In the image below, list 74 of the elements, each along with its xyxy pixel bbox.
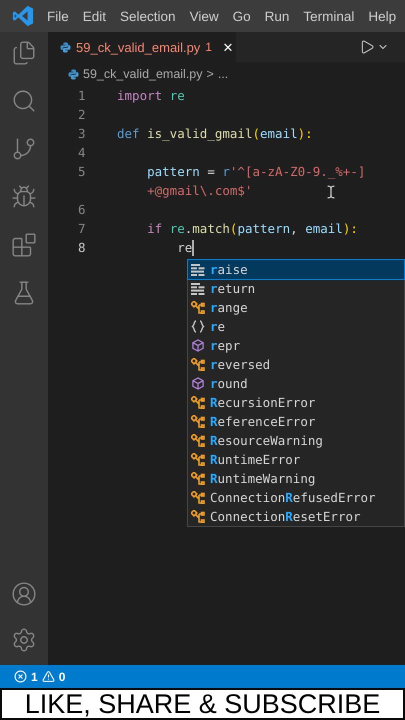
python-file-icon xyxy=(68,68,79,80)
menu-item[interactable]: Selection xyxy=(113,8,183,24)
class-icon xyxy=(191,301,205,314)
suggestion-item[interactable]: return xyxy=(188,279,404,298)
problem-count: 1 xyxy=(205,40,212,54)
settings-icon[interactable] xyxy=(11,627,37,653)
menu-item[interactable]: Run xyxy=(258,8,296,24)
menu-item[interactable]: Edit xyxy=(76,8,114,24)
menu-item[interactable]: Go xyxy=(226,8,258,24)
warning-icon[interactable] xyxy=(42,670,55,683)
suggestion-item[interactable]: re xyxy=(188,317,404,336)
suggestion-item[interactable]: RuntimeError xyxy=(188,450,404,469)
line-number: 7 xyxy=(77,221,87,236)
caption-banner: LIKE, SHARE & SUBSCRIBE xyxy=(0,688,405,720)
class-icon xyxy=(191,358,205,371)
error-icon[interactable] xyxy=(14,670,27,683)
close-button[interactable]: × xyxy=(220,38,235,56)
suggestion-item[interactable]: range xyxy=(188,298,404,317)
breadcrumb-item[interactable]: 59_ck_valid_email.py xyxy=(83,67,203,81)
suggestion-item[interactable]: ConnectionRefusedError xyxy=(188,488,404,507)
account-icon[interactable] xyxy=(11,581,37,607)
line-number: 1 xyxy=(77,88,87,103)
breadcrumb-item[interactable]: ... xyxy=(218,67,228,81)
code-line: if re.match(pattern, email): xyxy=(146,221,358,236)
line-number: 4 xyxy=(77,145,87,160)
keyword-icon xyxy=(191,282,205,294)
menu-item[interactable]: View xyxy=(182,8,226,24)
menu-item[interactable]: File xyxy=(40,8,76,24)
code-line: +@gmail\.com$' xyxy=(146,183,252,198)
suggestion-item[interactable]: RecursionError xyxy=(188,393,404,412)
line-number: 8 xyxy=(77,240,87,255)
run-icon[interactable] xyxy=(359,39,375,55)
warning-count[interactable]: 0 xyxy=(58,670,66,684)
suggestion-item[interactable]: round xyxy=(188,374,404,393)
class-icon xyxy=(191,415,205,428)
code-line: def is_valid_gmail(email): xyxy=(117,126,313,141)
line-number: 5 xyxy=(77,164,87,179)
vscode-logo[interactable] xyxy=(12,5,34,27)
line-number: 3 xyxy=(77,126,87,141)
class-icon xyxy=(191,434,205,447)
error-count[interactable]: 1 xyxy=(31,670,38,684)
code-line: import re xyxy=(117,88,185,103)
editor-tab[interactable]: 59_ck_valid_email.py 1 × xyxy=(48,32,236,62)
line-number: 6 xyxy=(77,202,87,217)
extensions-icon[interactable] xyxy=(11,232,37,258)
menu-item[interactable]: Help xyxy=(361,8,404,24)
suggestion-item[interactable]: ResourceWarning xyxy=(188,431,404,450)
suggestion-item[interactable]: RuntimeWarning xyxy=(188,469,404,488)
suggestion-item[interactable]: reversed xyxy=(188,355,404,374)
search-icon[interactable] xyxy=(11,88,37,114)
class-icon xyxy=(191,510,205,523)
menu-item[interactable]: Terminal xyxy=(296,8,362,24)
suggestion-item[interactable]: repr xyxy=(188,336,404,355)
braces-icon xyxy=(191,320,205,333)
class-icon xyxy=(191,491,205,504)
keyword-icon xyxy=(191,264,205,276)
run-debug-icon[interactable] xyxy=(11,184,37,210)
line-number: 2 xyxy=(77,107,87,122)
suggestion-item[interactable]: ReferenceError xyxy=(188,412,404,431)
suggestion-item[interactable]: ConnectionResetError xyxy=(188,507,404,526)
source-control-icon[interactable] xyxy=(11,136,37,162)
class-icon xyxy=(191,396,205,409)
python-file-icon xyxy=(60,42,71,52)
breadcrumb-separator: > xyxy=(206,67,214,81)
cube-icon xyxy=(191,377,205,390)
tab-filename: 59_ck_valid_email.py xyxy=(76,40,200,54)
code-line: re xyxy=(176,240,192,255)
text-cursor xyxy=(192,240,194,256)
suggestion-item[interactable]: raise xyxy=(188,260,404,279)
cube-icon xyxy=(191,339,205,352)
explorer-icon[interactable] xyxy=(11,40,37,66)
class-icon xyxy=(191,472,205,485)
class-icon xyxy=(191,453,205,466)
code-line: pattern = r'^[a-zA-Z0-9._%+-] xyxy=(146,164,366,179)
